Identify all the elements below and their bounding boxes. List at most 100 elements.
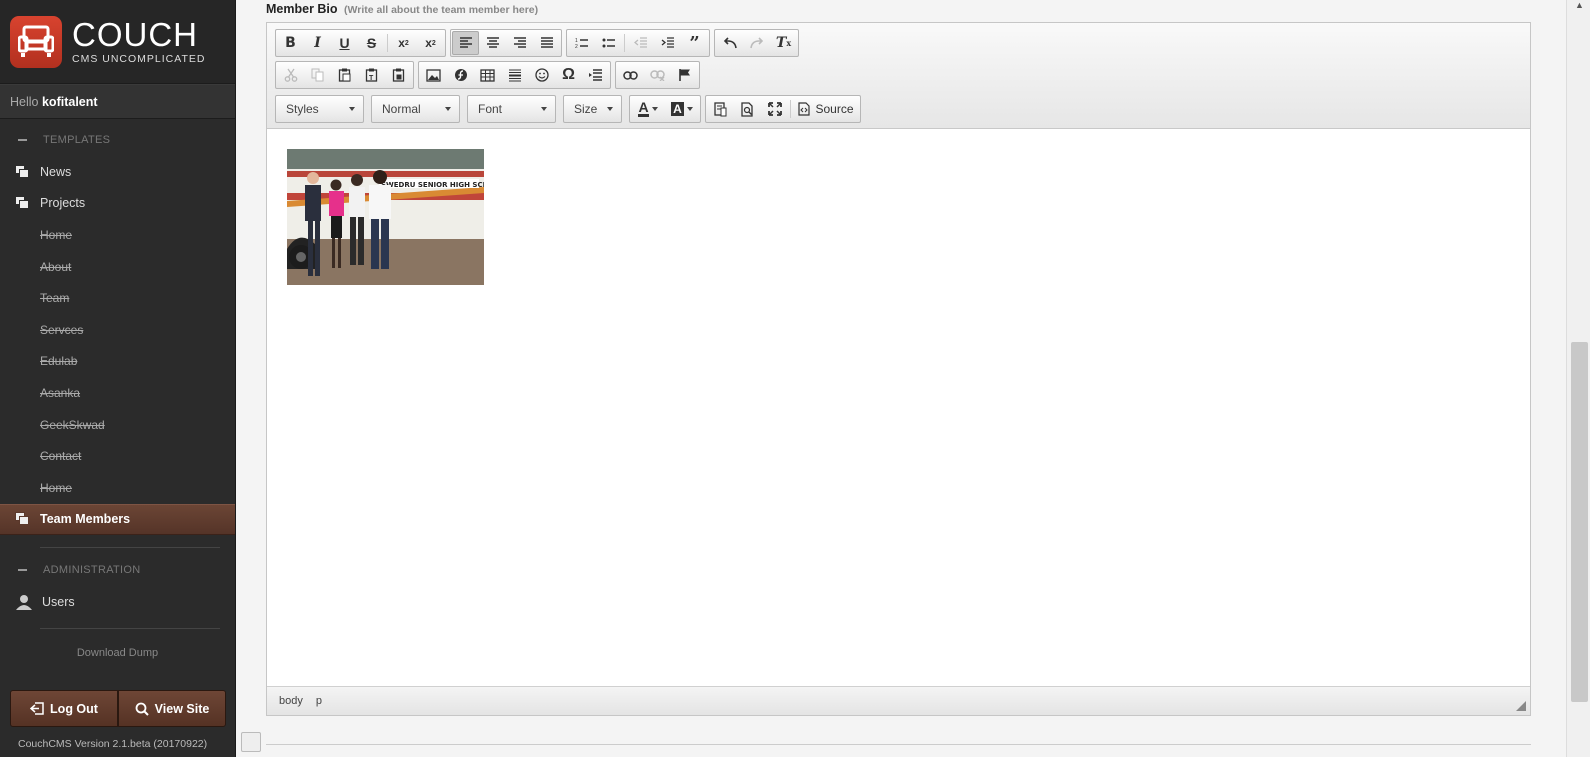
element-path-body[interactable]: body: [279, 695, 303, 707]
templates-heading: TEMPLATES: [43, 134, 111, 146]
undo-icon[interactable]: [716, 31, 743, 55]
clipboard-group: T: [275, 61, 414, 89]
unlink-icon[interactable]: [644, 63, 671, 87]
sidebar-item-projects[interactable]: Projects: [0, 188, 235, 220]
paste-word-icon[interactable]: [385, 63, 412, 87]
source-button[interactable]: Source: [793, 97, 859, 121]
download-dump-link[interactable]: Download Dump: [0, 647, 235, 659]
sidebar-item-label: Projects: [40, 196, 86, 211]
team-photo-image[interactable]: SWEDRU SENIOR HIGH SCH: [287, 149, 484, 285]
text-color-icon[interactable]: A: [631, 97, 665, 121]
sidebar: COUCH CMS UNCOMPLICATED Hello kofitalent…: [0, 0, 236, 757]
font-dropdown-label: Font: [478, 102, 503, 116]
bulleted-list-icon[interactable]: [595, 31, 622, 55]
brand-logo[interactable]: COUCH CMS UNCOMPLICATED: [0, 0, 235, 84]
flash-icon[interactable]: [447, 63, 474, 87]
sidebar-item-home-2[interactable]: Home: [0, 472, 235, 504]
field-divider: [266, 744, 1531, 745]
couch-logo-icon: [10, 15, 62, 68]
administration-section-toggle[interactable]: ADMINISTRATION: [0, 554, 235, 586]
scroll-up-arrow-icon[interactable]: ▲: [1575, 0, 1584, 10]
sidebar-item-label: Team Members: [40, 512, 131, 527]
preview-icon[interactable]: [734, 97, 761, 121]
sidebar-divider: [40, 547, 220, 549]
editor-toolbar: B I U S x2 x2 12 ” T x T Ω Styles Normal…: [267, 23, 1530, 129]
sidebar-item-news[interactable]: News: [0, 156, 235, 188]
numbered-list-icon[interactable]: 12: [568, 31, 595, 55]
basic-styles-group: B I U S x2 x2: [275, 29, 446, 57]
align-center-icon[interactable]: [479, 31, 506, 55]
copy-icon[interactable]: [304, 63, 331, 87]
chevron-down-icon: [607, 107, 613, 111]
page-break-icon[interactable]: [582, 63, 609, 87]
align-left-icon[interactable]: [452, 31, 479, 55]
svg-text:T: T: [369, 75, 374, 82]
sidebar-item-edulab[interactable]: Edulab: [0, 346, 235, 378]
sidebar-item-team[interactable]: Team: [0, 282, 235, 314]
background-color-icon[interactable]: A: [665, 97, 699, 121]
blockquote-icon[interactable]: ”: [681, 31, 708, 55]
element-path-p[interactable]: p: [316, 695, 322, 707]
field-label-text: Member Bio: [266, 2, 338, 16]
user-icon: [16, 594, 34, 610]
logout-label: Log Out: [50, 701, 98, 716]
greeting-username: kofitalent: [41, 95, 98, 109]
sidebar-item-servces[interactable]: Servces: [0, 314, 235, 346]
sidebar-item-label: Home: [40, 480, 73, 495]
size-dropdown[interactable]: Size: [563, 95, 622, 123]
logout-button[interactable]: Log Out: [10, 690, 118, 727]
administration-heading: ADMINISTRATION: [43, 564, 141, 577]
sidebar-item-team-members[interactable]: Team Members: [0, 503, 235, 536]
subscript-button[interactable]: x2: [390, 31, 417, 55]
maximize-icon[interactable]: [761, 97, 788, 121]
smiley-icon[interactable]: [528, 63, 555, 87]
special-char-icon[interactable]: Ω: [555, 63, 582, 87]
indent-icon[interactable]: [654, 31, 681, 55]
redo-icon[interactable]: [743, 31, 770, 55]
styles-dropdown-label: Styles: [286, 102, 319, 116]
editor-content-area[interactable]: SWEDRU SENIOR HIGH SCH: [267, 129, 1530, 687]
paste-text-icon[interactable]: T: [358, 63, 385, 87]
strikethrough-button[interactable]: S: [358, 31, 385, 55]
image-icon[interactable]: [420, 63, 447, 87]
scrollbar-thumb[interactable]: [1571, 342, 1588, 702]
svg-text:SWEDRU SENIOR HIGH SCH: SWEDRU SENIOR HIGH SCH: [381, 181, 484, 189]
format-dropdown[interactable]: Normal: [371, 95, 460, 123]
underline-button[interactable]: U: [331, 31, 358, 55]
sidebar-item-about[interactable]: About: [0, 251, 235, 283]
font-dropdown[interactable]: Font: [467, 95, 556, 123]
align-right-icon[interactable]: [506, 31, 533, 55]
undo-group: Tx: [714, 29, 799, 57]
outdent-icon[interactable]: [627, 31, 654, 55]
sidebar-item-contact[interactable]: Contact: [0, 440, 235, 472]
sidebar-item-asanka[interactable]: Asanka: [0, 377, 235, 409]
sidebar-item-geekskwad[interactable]: GeekSkwad: [0, 409, 235, 441]
sidebar-item-label: Home: [40, 227, 73, 242]
templates-section-toggle[interactable]: TEMPLATES: [0, 124, 235, 156]
logout-icon: [30, 702, 44, 715]
table-icon[interactable]: [474, 63, 501, 87]
sidebar-item-home[interactable]: Home: [0, 219, 235, 251]
collapse-icon: [18, 569, 27, 572]
color-group: A A: [629, 95, 701, 123]
source-label: Source: [815, 102, 854, 116]
templates-icon[interactable]: [707, 97, 734, 121]
remove-format-icon[interactable]: Tx: [770, 31, 797, 55]
cut-icon[interactable]: [277, 63, 304, 87]
page-scrollbar[interactable]: ▲: [1566, 0, 1590, 757]
brand-name: COUCH: [72, 15, 198, 53]
resize-handle-icon[interactable]: [1516, 701, 1526, 711]
paste-icon[interactable]: [331, 63, 358, 87]
collapse-field-button[interactable]: [241, 732, 261, 752]
view-site-button[interactable]: View Site: [118, 690, 226, 727]
superscript-button[interactable]: x2: [417, 31, 444, 55]
anchor-flag-icon[interactable]: [671, 63, 698, 87]
sidebar-item-users[interactable]: Users: [0, 586, 235, 618]
italic-button[interactable]: I: [304, 31, 331, 55]
horizontal-rule-icon[interactable]: [501, 63, 528, 87]
styles-dropdown[interactable]: Styles: [275, 95, 364, 123]
bold-button[interactable]: B: [277, 31, 304, 55]
link-icon[interactable]: [617, 63, 644, 87]
sidebar-divider: [40, 627, 220, 629]
align-justify-icon[interactable]: [533, 31, 560, 55]
